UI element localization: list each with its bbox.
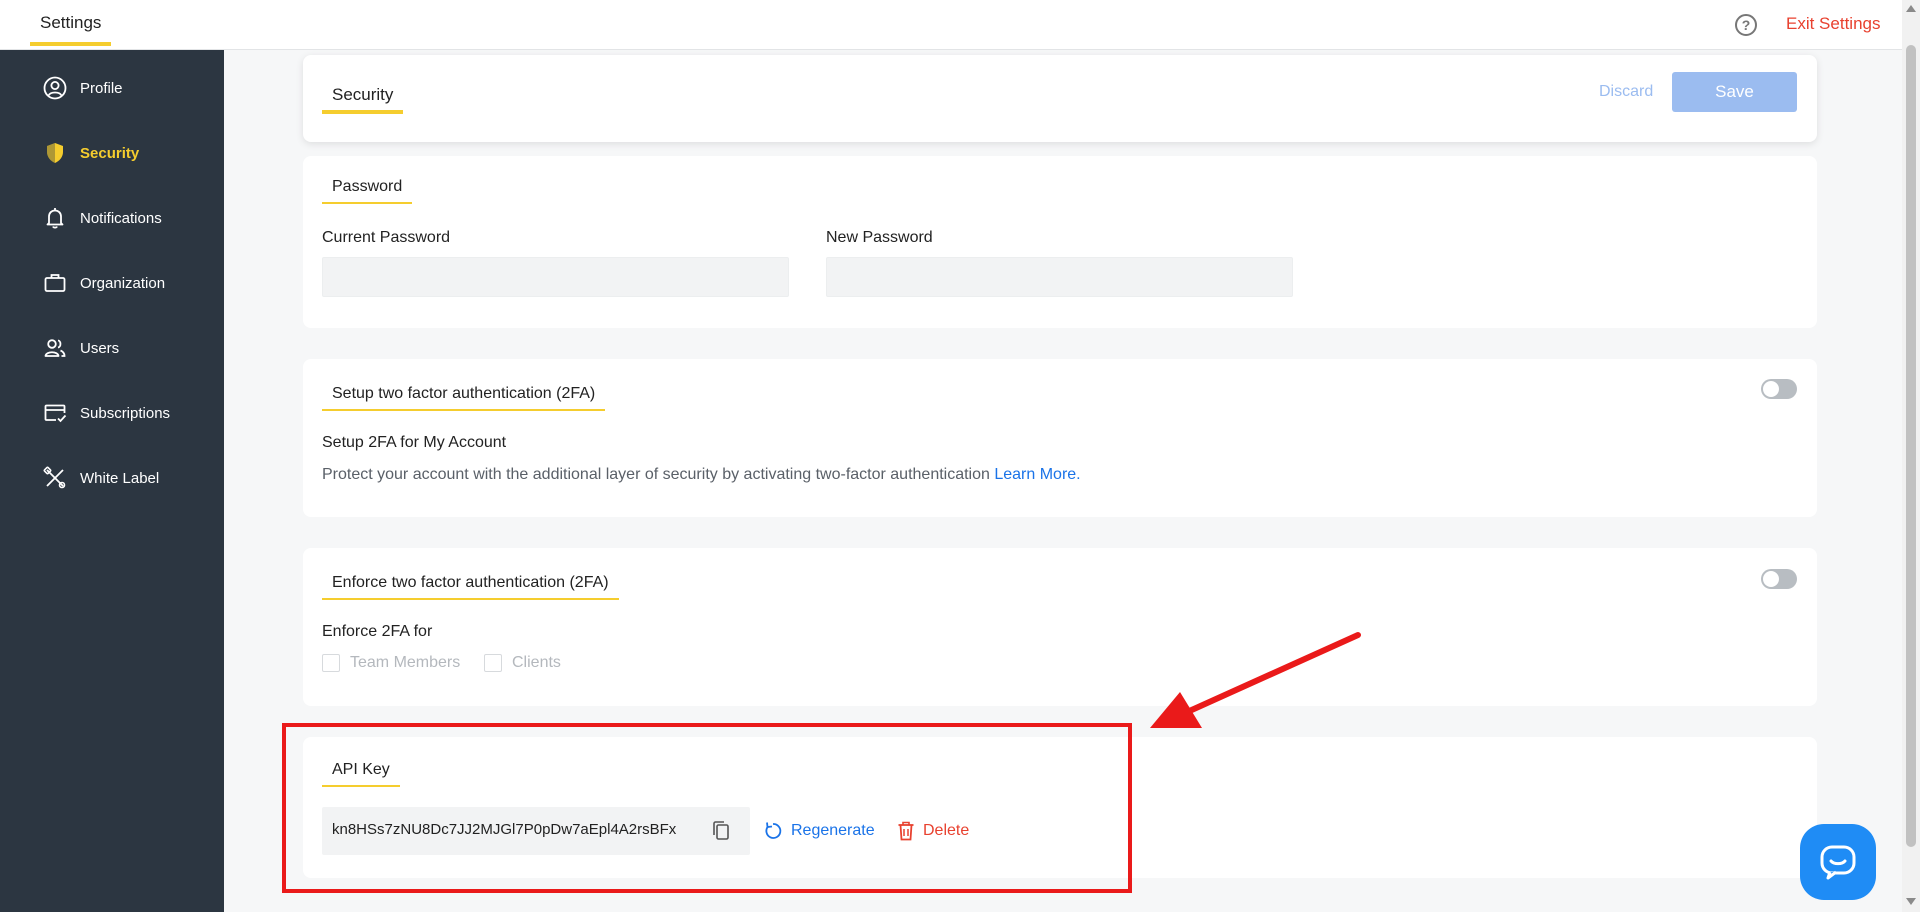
regenerate-label: Regenerate	[791, 822, 875, 839]
enforce-2fa-card: Enforce two factor authentication (2FA) …	[303, 548, 1817, 706]
tab-settings[interactable]: Settings	[30, 0, 112, 46]
chat-widget-button[interactable]	[1800, 824, 1876, 900]
enforce-2fa-subtitle: Enforce 2FA for	[322, 623, 433, 640]
delete-button[interactable]: Delete	[897, 821, 969, 841]
checkbox-box[interactable]	[484, 654, 502, 672]
shield-icon	[47, 143, 63, 163]
checkbox-box[interactable]	[322, 654, 340, 672]
sidebar-item-label: Security	[80, 145, 140, 162]
new-password-input[interactable]	[826, 257, 1293, 297]
bell-icon	[46, 208, 64, 229]
setup-2fa-description-text: Protect your account with the additional…	[322, 466, 990, 483]
setup-2fa-subtitle: Setup 2FA for My Account	[322, 434, 507, 451]
exit-settings-link[interactable]: Exit Settings	[1786, 14, 1881, 34]
delete-label: Delete	[923, 822, 970, 839]
learn-more-link[interactable]: Learn More.	[994, 466, 1080, 483]
sidebar-item-label: Subscriptions	[80, 405, 171, 422]
discard-button[interactable]: Discard	[1599, 83, 1653, 101]
api-key-field: kn8HSs7zNU8Dc7JJ2MJGl7P0pDw7aEpl4A2rsBFx	[322, 807, 750, 855]
sidebar-item-label: Profile	[80, 80, 123, 97]
chat-bubble-icon	[1820, 845, 1856, 880]
copy-icon[interactable]	[711, 820, 731, 842]
scroll-up-arrow[interactable]	[1906, 5, 1916, 12]
credit-card-check-icon	[44, 404, 67, 423]
user-circle-icon	[43, 76, 67, 100]
sidebar-item-label: Organization	[80, 275, 166, 292]
refresh-icon	[765, 822, 782, 839]
users-icon	[44, 339, 66, 357]
password-card: Password Current Password New Password	[303, 156, 1817, 328]
sidebar-item-subscriptions[interactable]: Subscriptions	[0, 391, 224, 435]
enforce-2fa-section-title: Enforce two factor authentication (2FA)	[322, 570, 619, 600]
current-password-input[interactable]	[322, 257, 789, 297]
top-bar: Settings ? Exit Settings	[0, 0, 1902, 50]
save-button[interactable]: Save	[1672, 72, 1797, 112]
sidebar-item-notifications[interactable]: Notifications	[0, 196, 224, 240]
sidebar-item-security[interactable]: Security	[0, 131, 224, 175]
trash-icon	[898, 821, 914, 841]
sidebar-item-organization[interactable]: Organization	[0, 261, 224, 305]
sidebar-item-users[interactable]: Users	[0, 326, 224, 370]
api-key-value: kn8HSs7zNU8Dc7JJ2MJGl7P0pDw7aEpl4A2rsBFx	[332, 821, 677, 838]
scrollbar[interactable]	[1902, 0, 1920, 912]
api-key-card: API Key kn8HSs7zNU8Dc7JJ2MJGl7P0pDw7aEpl…	[303, 737, 1817, 878]
new-password-label: New Password	[826, 229, 933, 246]
briefcase-icon	[44, 274, 66, 292]
sidebar-item-label: Notifications	[80, 210, 162, 227]
setup-2fa-description: Protect your account with the additional…	[322, 466, 1081, 484]
regenerate-button[interactable]: Regenerate	[763, 821, 875, 841]
checkbox-label: Clients	[512, 654, 561, 671]
checkbox-label: Team Members	[350, 654, 461, 671]
team-members-checkbox[interactable]: Team Members	[322, 654, 460, 672]
api-key-section-title: API Key	[322, 757, 400, 787]
scroll-thumb[interactable]	[1906, 45, 1916, 847]
enforce-2fa-toggle[interactable]	[1761, 569, 1797, 589]
setup-2fa-card: Setup two factor authentication (2FA) Se…	[303, 359, 1817, 517]
sidebar-item-profile[interactable]: Profile	[0, 66, 224, 110]
tools-icon	[43, 466, 66, 489]
page-title: Security	[322, 78, 404, 114]
sidebar-item-label: Users	[80, 340, 120, 357]
setup-2fa-toggle[interactable]	[1761, 379, 1797, 399]
sidebar: Profile Security Notifications Organizat…	[0, 50, 224, 912]
clients-checkbox[interactable]: Clients	[484, 654, 561, 672]
sidebar-item-white-label[interactable]: White Label	[0, 456, 224, 500]
scroll-down-arrow[interactable]	[1906, 898, 1916, 905]
setup-2fa-section-title: Setup two factor authentication (2FA)	[322, 381, 606, 411]
current-password-label: Current Password	[322, 229, 451, 246]
password-section-title: Password	[322, 174, 413, 204]
security-header-card: Security Discard Save	[303, 55, 1817, 142]
sidebar-item-label: White Label	[80, 470, 160, 487]
help-icon[interactable]: ?	[1735, 14, 1757, 36]
